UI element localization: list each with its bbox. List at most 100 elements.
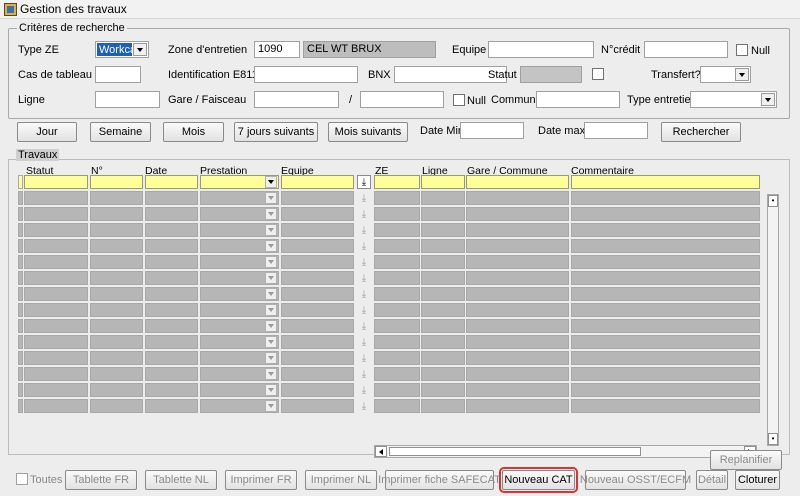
table-cell[interactable] bbox=[90, 335, 143, 349]
table-cell[interactable] bbox=[24, 383, 88, 397]
table-cell[interactable] bbox=[24, 175, 88, 189]
table-cell[interactable] bbox=[374, 239, 420, 253]
table-cell[interactable] bbox=[421, 383, 465, 397]
table-cell[interactable] bbox=[571, 335, 760, 349]
table-cell[interactable] bbox=[421, 271, 465, 285]
table-cell[interactable] bbox=[24, 399, 88, 413]
table-cell[interactable] bbox=[145, 287, 198, 301]
table-cell[interactable] bbox=[90, 271, 143, 285]
table-cell[interactable] bbox=[24, 335, 88, 349]
type-entretien-select[interactable] bbox=[690, 91, 777, 108]
download-icon[interactable]: ⤓ bbox=[357, 367, 371, 381]
table-cell[interactable] bbox=[374, 367, 420, 381]
row-indicator[interactable] bbox=[18, 287, 23, 301]
table-cell[interactable] bbox=[571, 191, 760, 205]
table-cell[interactable] bbox=[281, 191, 354, 205]
table-cell[interactable] bbox=[90, 239, 143, 253]
gare-input[interactable] bbox=[254, 91, 339, 108]
table-cell[interactable] bbox=[374, 223, 420, 237]
chevron-down-icon[interactable] bbox=[265, 384, 277, 396]
table-cell[interactable] bbox=[90, 303, 143, 317]
table-cell[interactable] bbox=[421, 175, 465, 189]
table-cell[interactable] bbox=[571, 223, 760, 237]
table-cell[interactable] bbox=[90, 175, 143, 189]
mois-suivants-button[interactable]: Mois suivants bbox=[328, 122, 408, 142]
chevron-down-icon[interactable] bbox=[265, 256, 277, 268]
chevron-down-icon[interactable] bbox=[265, 192, 277, 204]
7-jours-suivants-button[interactable]: 7 jours suivants bbox=[234, 122, 318, 142]
row-indicator[interactable] bbox=[18, 207, 23, 221]
download-icon[interactable]: ⤓ bbox=[357, 271, 371, 285]
table-cell[interactable] bbox=[281, 383, 354, 397]
table-cell[interactable] bbox=[24, 303, 88, 317]
download-icon[interactable]: ⤓ bbox=[357, 399, 371, 413]
chevron-down-icon[interactable] bbox=[265, 224, 277, 236]
cloturer-button[interactable]: Cloturer bbox=[735, 470, 780, 490]
table-cell[interactable] bbox=[24, 255, 88, 269]
download-icon[interactable]: ⤓ bbox=[357, 207, 371, 221]
table-cell[interactable] bbox=[571, 175, 760, 189]
date-min-input[interactable] bbox=[460, 122, 524, 139]
table-cell[interactable] bbox=[466, 303, 569, 317]
imprimer-fiche-safecat-button[interactable]: Imprimer fiche SAFECAT bbox=[378, 470, 501, 490]
table-cell[interactable] bbox=[466, 191, 569, 205]
table-cell[interactable] bbox=[145, 223, 198, 237]
chevron-down-icon[interactable] bbox=[735, 68, 749, 81]
table-cell[interactable] bbox=[466, 335, 569, 349]
chevron-down-icon[interactable] bbox=[265, 368, 277, 380]
row-indicator[interactable] bbox=[18, 351, 23, 365]
statut-checkbox[interactable] bbox=[592, 68, 604, 80]
table-cell[interactable] bbox=[145, 351, 198, 365]
table-cell[interactable] bbox=[24, 191, 88, 205]
table-cell[interactable] bbox=[466, 383, 569, 397]
detail-button[interactable]: Détail bbox=[696, 470, 728, 490]
table-cell[interactable] bbox=[90, 255, 143, 269]
table-cell[interactable] bbox=[145, 255, 198, 269]
row-indicator[interactable] bbox=[18, 271, 23, 285]
table-cell[interactable] bbox=[374, 175, 420, 189]
null-checkbox-1[interactable] bbox=[736, 44, 748, 56]
table-cell[interactable] bbox=[421, 239, 465, 253]
semaine-button[interactable]: Semaine bbox=[90, 122, 151, 142]
chevron-down-icon[interactable] bbox=[265, 240, 277, 252]
row-indicator[interactable] bbox=[18, 399, 23, 413]
nouveau-cat-button[interactable]: Nouveau CAT bbox=[499, 467, 578, 493]
download-icon[interactable]: ⤓ bbox=[357, 351, 371, 365]
type-ze-select[interactable]: Workcat bbox=[95, 41, 149, 58]
table-cell[interactable] bbox=[374, 191, 420, 205]
table-cell[interactable] bbox=[571, 255, 760, 269]
table-cell[interactable] bbox=[571, 207, 760, 221]
table-cell[interactable] bbox=[281, 287, 354, 301]
table-cell[interactable] bbox=[374, 399, 420, 413]
jour-button[interactable]: Jour bbox=[17, 122, 77, 142]
row-indicator[interactable] bbox=[18, 239, 23, 253]
table-cell[interactable] bbox=[145, 399, 198, 413]
table-cell[interactable] bbox=[90, 191, 143, 205]
table-cell[interactable] bbox=[466, 175, 569, 189]
imprimer-nl-button[interactable]: Imprimer NL bbox=[305, 470, 377, 490]
download-icon[interactable]: ⤓ bbox=[357, 255, 371, 269]
table-cell[interactable] bbox=[421, 399, 465, 413]
table-cell[interactable] bbox=[374, 351, 420, 365]
table-cell[interactable] bbox=[421, 287, 465, 301]
row-indicator[interactable] bbox=[18, 191, 23, 205]
table-cell[interactable] bbox=[421, 319, 465, 333]
table-cell[interactable] bbox=[571, 287, 760, 301]
download-icon[interactable]: ⤓ bbox=[357, 191, 371, 205]
transfert-select[interactable] bbox=[700, 66, 751, 83]
table-cell[interactable] bbox=[281, 207, 354, 221]
mois-button[interactable]: Mois bbox=[163, 122, 224, 142]
table-cell[interactable] bbox=[374, 383, 420, 397]
table-cell[interactable] bbox=[145, 319, 198, 333]
tablette-nl-button[interactable]: Tablette NL bbox=[145, 470, 217, 490]
scroll-left-icon[interactable] bbox=[375, 446, 387, 457]
table-cell[interactable] bbox=[421, 303, 465, 317]
row-indicator[interactable] bbox=[18, 303, 23, 317]
tablette-fr-button[interactable]: Tablette FR bbox=[65, 470, 137, 490]
table-cell[interactable] bbox=[90, 351, 143, 365]
table-cell[interactable] bbox=[145, 175, 198, 189]
table-cell[interactable] bbox=[466, 399, 569, 413]
table-cell[interactable] bbox=[90, 383, 143, 397]
table-cell[interactable] bbox=[24, 271, 88, 285]
toutes-checkbox[interactable] bbox=[16, 473, 28, 485]
